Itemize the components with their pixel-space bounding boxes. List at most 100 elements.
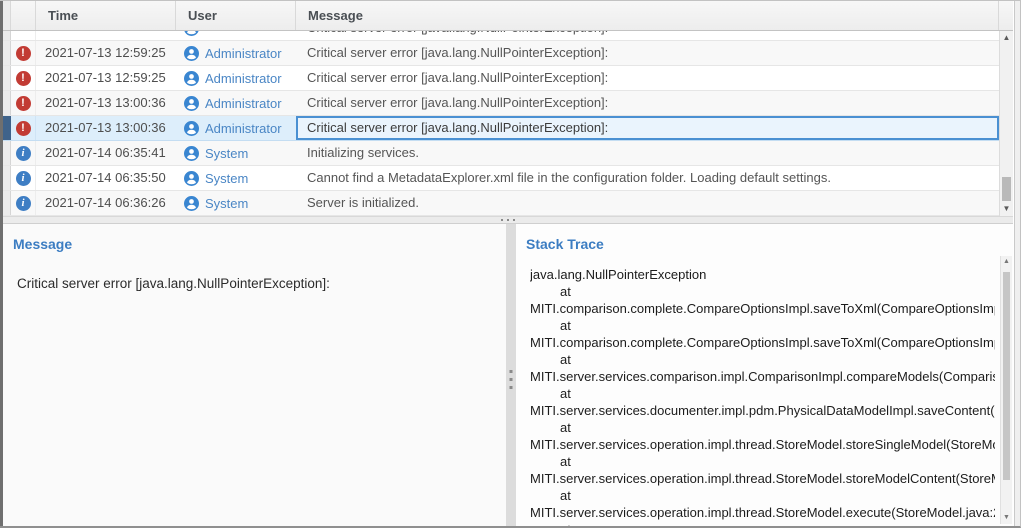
stack-trace-panel: Stack Trace java.lang.NullPointerExcepti… — [516, 224, 1013, 526]
stack-trace-line: at — [560, 453, 995, 470]
user-name: System — [205, 146, 248, 161]
info-icon: i — [16, 171, 31, 186]
stack-trace-line: MITI.comparison.complete.CompareOptionsI… — [530, 300, 995, 317]
horizontal-splitter[interactable] — [3, 216, 1013, 224]
level-icon-cell: i — [11, 166, 36, 190]
window-left-border — [0, 1, 3, 526]
level-column-header[interactable] — [11, 1, 36, 30]
stack-trace-line: at — [560, 385, 995, 402]
user-cell: System — [176, 166, 296, 190]
time-cell — [36, 31, 176, 40]
user-icon — [184, 171, 199, 186]
message-panel-title: Message — [13, 236, 506, 252]
user-icon — [184, 196, 199, 211]
table-row[interactable]: i 2021-07-14 06:36:26 System Server is i… — [3, 191, 999, 216]
stack-trace-line: MITI.server.services.comparison.impl.Com… — [530, 368, 995, 385]
message-panel-content: Critical server error [java.lang.NullPoi… — [17, 276, 506, 291]
time-cell: 2021-07-13 12:59:25 — [36, 41, 176, 65]
column-header-user-label: User — [188, 8, 217, 23]
time-cell: 2021-07-14 06:35:50 — [36, 166, 176, 190]
message-cell: Server is initialized. — [296, 191, 999, 215]
scrollbar-header-spacer — [999, 1, 1013, 30]
message-cell: Critical server error [java.lang.NullPoi… — [296, 91, 999, 115]
table-row[interactable]: ! 2021-07-13 13:00:36 Administrator Crit… — [3, 116, 999, 141]
log-table: Time User Message Critical serve — [3, 1, 1013, 216]
info-icon: i — [16, 146, 31, 161]
table-row[interactable]: i 2021-07-14 06:35:50 System Cannot find… — [3, 166, 999, 191]
stack-trace-line: MITI.server.services.operation.impl.thre… — [530, 470, 995, 487]
table-scrollbar[interactable]: ▲ ▼ — [999, 31, 1013, 216]
user-icon — [184, 46, 199, 61]
level-icon-cell — [11, 31, 36, 40]
time-cell: 2021-07-14 06:35:41 — [36, 141, 176, 165]
message-panel: Message Critical server error [java.lang… — [3, 224, 506, 526]
column-header-user[interactable]: User — [176, 1, 296, 30]
stack-trace-scrollbar[interactable]: ▲ ▼ — [1000, 256, 1012, 524]
user-icon — [184, 121, 199, 136]
row-gutter — [3, 91, 11, 115]
message-cell: Critical server error [java.lang.NullPoi… — [296, 66, 999, 90]
column-header-message-label: Message — [308, 8, 363, 23]
level-icon-cell: ! — [11, 116, 36, 140]
user-name: Administrator — [205, 71, 282, 86]
message-cell: Critical server error [java.lang.NullPoi… — [296, 41, 999, 65]
user-cell: System — [176, 141, 296, 165]
main-layout: Time User Message Critical serve — [3, 1, 1013, 526]
user-name: System — [205, 196, 248, 211]
error-icon: ! — [16, 96, 31, 111]
row-gutter — [3, 141, 11, 165]
column-header-time-label: Time — [48, 8, 78, 23]
table-header: Time User Message — [3, 1, 1013, 31]
table-row[interactable]: Critical server error [java.lang.NullPoi… — [3, 31, 999, 41]
level-icon-cell: ! — [11, 66, 36, 90]
column-header-message[interactable]: Message — [296, 1, 999, 30]
user-cell: System — [176, 191, 296, 215]
user-cell — [176, 31, 296, 40]
time-cell: 2021-07-14 06:36:26 — [36, 191, 176, 215]
error-icon: ! — [16, 71, 31, 86]
row-gutter — [3, 191, 11, 215]
row-gutter — [3, 116, 11, 140]
user-cell: Administrator — [176, 66, 296, 90]
scroll-up-arrow[interactable]: ▲ — [1001, 256, 1012, 268]
stack-trace-line: at — [560, 521, 995, 526]
vertical-splitter[interactable] — [506, 224, 516, 526]
stack-trace-line: MITI.server.services.documenter.impl.pdm… — [530, 402, 995, 419]
window-right-border — [1014, 1, 1020, 526]
user-cell: Administrator — [176, 116, 296, 140]
table-body: Critical server error [java.lang.NullPoi… — [3, 31, 1013, 216]
table-row[interactable]: ! 2021-07-13 13:00:36 Administrator Crit… — [3, 91, 999, 116]
row-gutter — [3, 41, 11, 65]
table-rows: Critical server error [java.lang.NullPoi… — [3, 31, 999, 216]
stack-trace-scrollbar-thumb[interactable] — [1003, 272, 1010, 480]
table-scrollbar-thumb[interactable] — [1002, 177, 1011, 201]
message-cell: Cannot find a MetadataExplorer.xml file … — [296, 166, 999, 190]
user-name: Administrator — [205, 96, 282, 111]
row-gutter — [3, 31, 11, 40]
stack-trace-line: MITI.server.services.operation.impl.thre… — [530, 504, 995, 521]
table-row[interactable]: ! 2021-07-13 12:59:25 Administrator Crit… — [3, 66, 999, 91]
message-cell: Critical server error [java.lang.NullPoi… — [296, 31, 999, 40]
stack-trace-line: MITI.server.services.operation.impl.thre… — [530, 436, 995, 453]
user-name: Administrator — [205, 121, 282, 136]
scroll-down-arrow[interactable]: ▼ — [1001, 512, 1012, 524]
stack-trace-line: at — [560, 351, 995, 368]
user-cell: Administrator — [176, 41, 296, 65]
table-row[interactable]: i 2021-07-14 06:35:41 System Initializin… — [3, 141, 999, 166]
column-header-time[interactable]: Time — [36, 1, 176, 30]
stack-trace-line: at — [560, 317, 995, 334]
message-cell: Initializing services. — [296, 141, 999, 165]
row-gutter-header — [3, 1, 11, 30]
user-icon — [184, 31, 199, 36]
scroll-up-arrow[interactable]: ▲ — [1000, 31, 1013, 45]
partial-row-clip: Critical server error [java.lang.NullPoi… — [3, 31, 999, 41]
level-icon-cell: ! — [11, 91, 36, 115]
stack-trace-line: at — [560, 283, 995, 300]
scroll-down-arrow[interactable]: ▼ — [1000, 202, 1013, 216]
level-icon-cell: i — [11, 191, 36, 215]
table-row[interactable]: ! 2021-07-13 12:59:25 Administrator Crit… — [3, 41, 999, 66]
stack-trace-line: at — [560, 487, 995, 504]
info-icon: i — [16, 196, 31, 211]
user-name: Administrator — [205, 46, 282, 61]
splitter-grip-icon — [501, 219, 515, 221]
